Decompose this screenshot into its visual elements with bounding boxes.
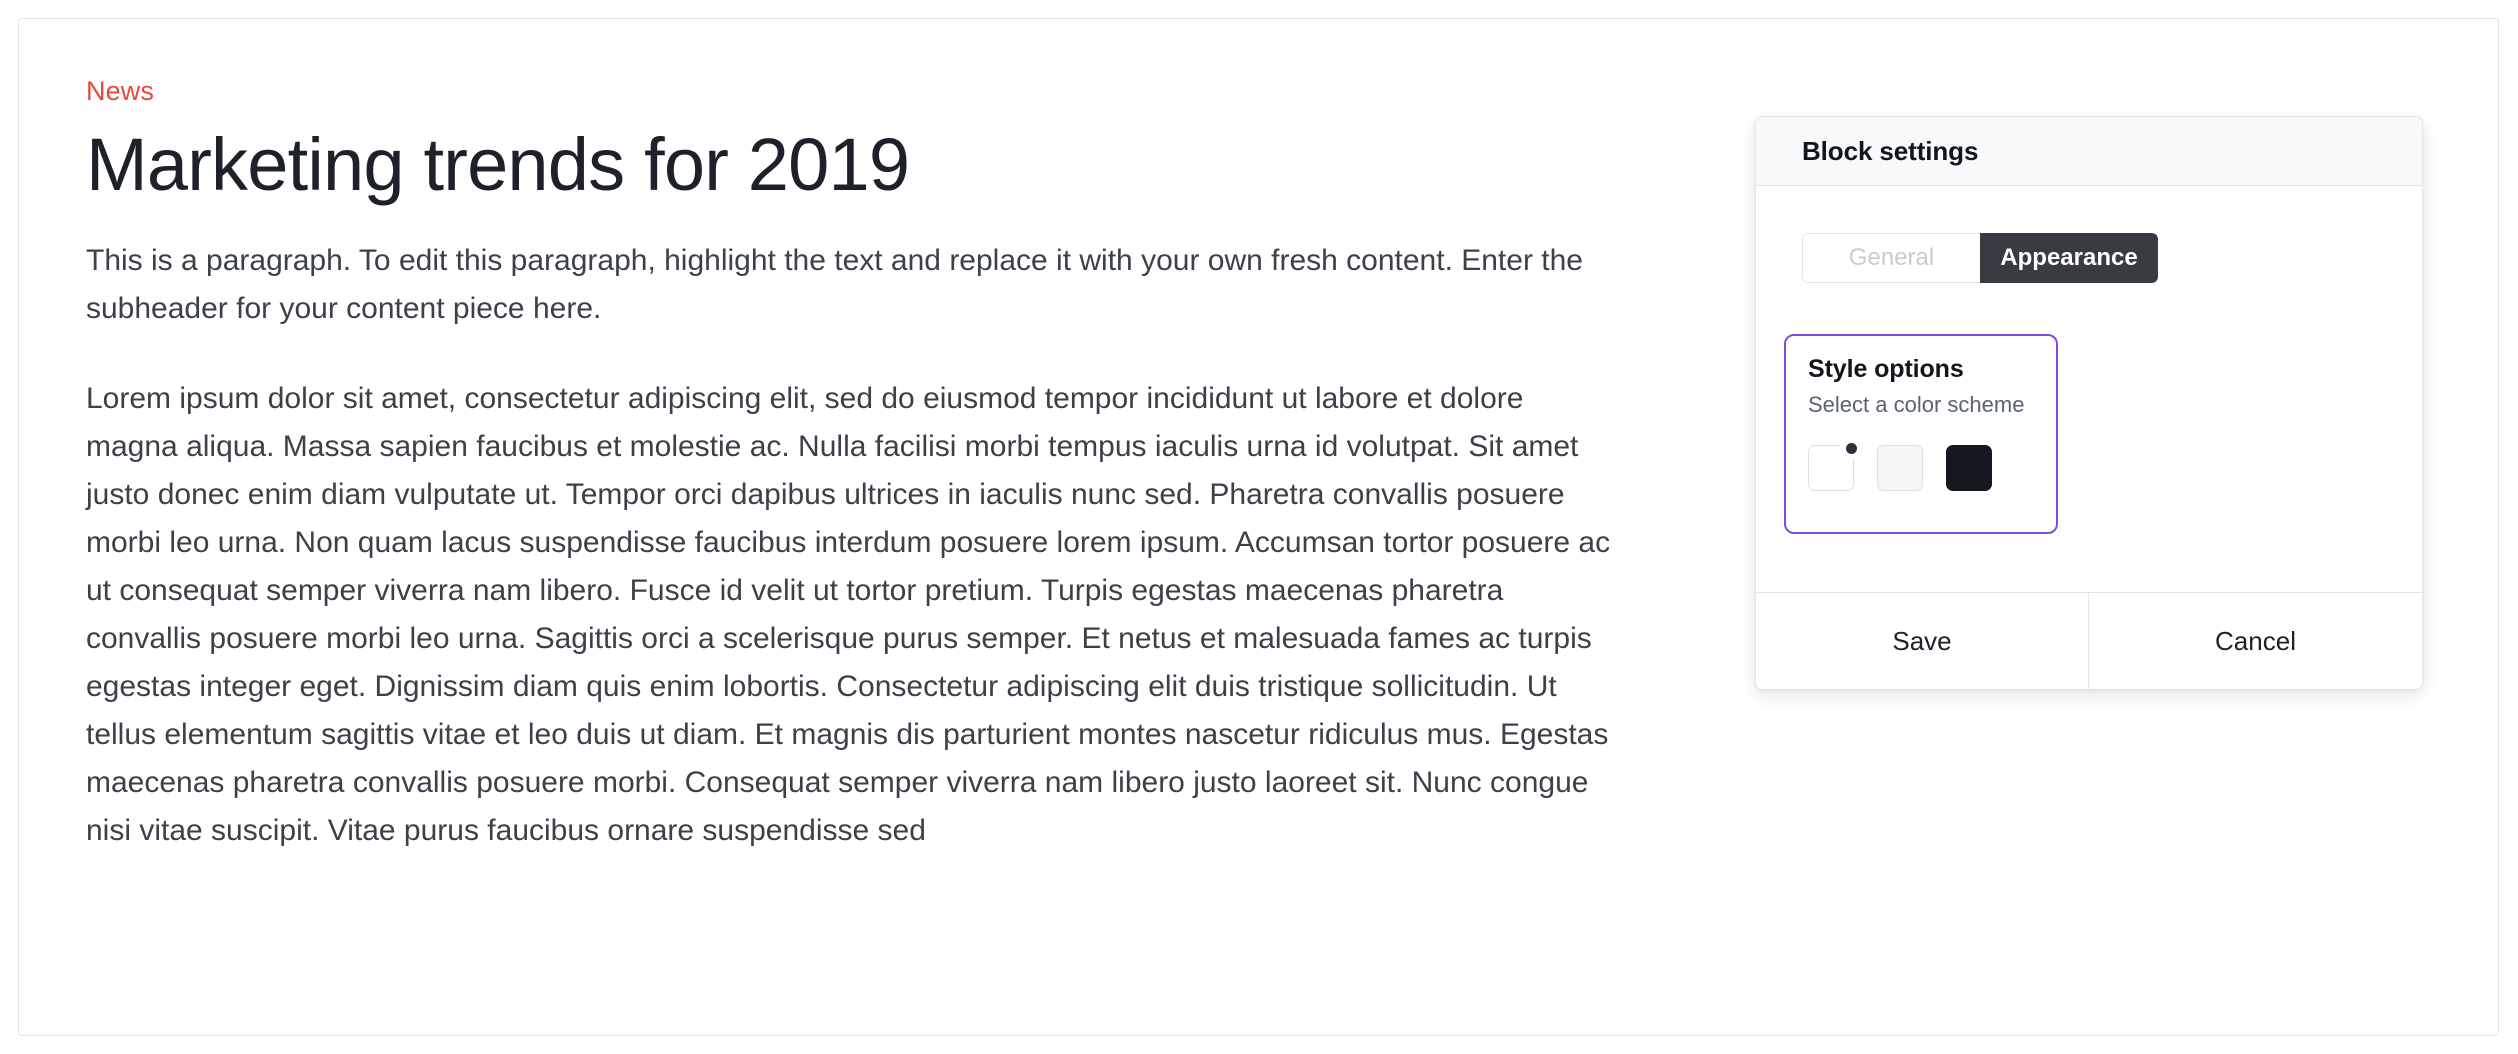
swatch-selected-indicator-icon [1840, 437, 1862, 459]
intro-paragraph[interactable]: This is a paragraph. To edit this paragr… [86, 237, 1646, 333]
cancel-button[interactable]: Cancel [2089, 593, 2422, 689]
swatch-wrap-offwhite [1877, 445, 1923, 491]
tab-general[interactable]: General [1802, 233, 1980, 283]
panel-header: Block settings [1756, 117, 2422, 186]
article-category-label: News [86, 76, 154, 106]
panel-title: Block settings [1802, 135, 1979, 166]
screen-root: News Marketing trends for 2019 This is a… [0, 0, 2518, 1054]
tab-appearance[interactable]: Appearance [1980, 233, 2158, 283]
style-options-subtitle: Select a color scheme [1808, 392, 2025, 417]
swatch-wrap-dark [1946, 445, 1992, 491]
swatch-wrap-light [1808, 437, 1862, 491]
block-settings-panel: Block settings General Appearance Style … [1755, 116, 2423, 690]
style-options-card: Style options Select a color scheme [1784, 334, 2058, 534]
article: News Marketing trends for 2019 This is a… [86, 74, 1686, 855]
color-scheme-swatches [1808, 437, 2034, 491]
color-swatch-off-white[interactable] [1877, 445, 1923, 491]
panel-body: General Appearance Style options Select … [1756, 186, 2422, 592]
style-options-title: Style options [1808, 355, 1964, 383]
settings-tabs: General Appearance [1802, 233, 2158, 283]
panel-footer: Save Cancel [1756, 592, 2422, 689]
color-swatch-dark[interactable] [1946, 445, 1992, 491]
body-paragraph[interactable]: Lorem ipsum dolor sit amet, consectetur … [86, 375, 1623, 855]
save-button[interactable]: Save [1756, 593, 2089, 689]
page-title: Marketing trends for 2019 [86, 123, 910, 206]
